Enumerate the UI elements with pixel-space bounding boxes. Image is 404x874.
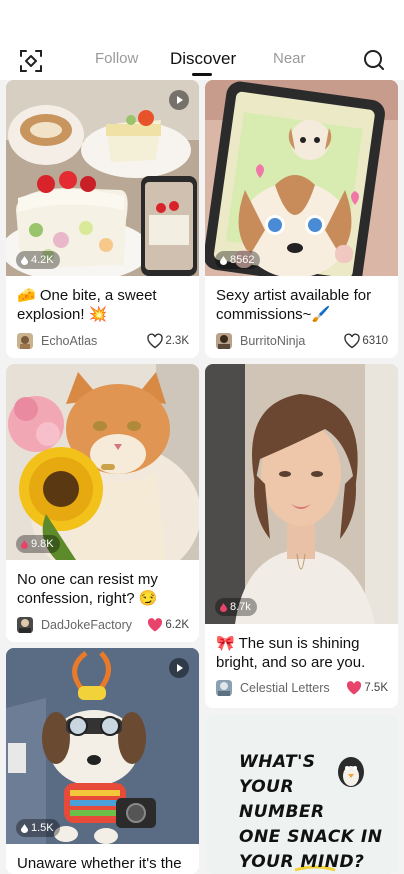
like-count: 6.2K [165,619,189,631]
avatar[interactable] [17,333,33,349]
view-count: 8.7k [230,601,251,613]
title-text: One bite, a sweet explosion! [17,287,157,323]
title-end-emoji: 💥 [88,306,108,323]
like-button[interactable]: 6.2K [146,617,189,633]
post-title[interactable]: Sexy artist available for commissions~🖌️ [216,286,388,324]
view-count-badge: 1.5K [16,819,60,837]
author-name[interactable]: EchoAtlas [41,334,146,348]
flame-icon [21,539,28,549]
flame-icon [220,602,227,612]
view-count: 1.5K [31,822,54,834]
post-image[interactable] [6,648,199,844]
post-image[interactable] [6,80,199,276]
author-name[interactable]: Celestial Letters [240,681,345,695]
flame-icon [21,823,28,833]
poster-line: NUMBER [239,802,325,822]
flame-icon [21,255,28,265]
title-text: The sun is shining bright, and so are yo… [216,635,366,671]
avatar[interactable] [17,617,33,633]
post-card[interactable]: 4.2K 🧀 One bite, a sweet explosion! 💥 Ec… [6,80,199,358]
post-image[interactable] [205,364,398,624]
post-card[interactable]: 8.7k 🎀 The sun is shining bright, and so… [205,364,398,708]
author-name[interactable]: DadJokeFactory [41,618,146,632]
like-count: 2.3K [165,335,189,347]
post-card[interactable]: WHAT'S YOUR NUMBER ONE SNACK IN YOUR MIN… [205,714,398,874]
author-name[interactable]: BurritoNinja [240,334,343,348]
post-card[interactable]: 8562 Sexy artist available for commissio… [205,80,398,358]
like-button[interactable]: 6310 [343,333,388,349]
like-count: 6310 [362,335,388,347]
view-count: 8562 [230,254,255,266]
heart-filled-icon [347,681,362,695]
video-play-icon [169,90,189,110]
post-image[interactable] [205,80,398,276]
poster-line: ONE SNACK IN [239,827,383,847]
view-count: 9.8K [31,538,54,550]
view-count: 4.2K [31,254,54,266]
tab-discover[interactable]: Discover [170,49,236,69]
author-row: BurritoNinja 6310 [216,331,388,351]
title-text: Unaware whether it's the [17,855,182,872]
scan-icon[interactable] [18,48,44,74]
author-row: Celestial Letters 7.5K [216,678,388,698]
like-button[interactable]: 7.5K [345,680,388,696]
view-count-badge: 4.2K [16,251,60,269]
video-play-icon [169,658,189,678]
poster-line: YOUR MIND? [239,852,365,872]
post-title[interactable]: 🎀 The sun is shining bright, and so are … [216,634,388,672]
top-nav: Follow Discover Near [0,40,404,80]
post-image[interactable]: WHAT'S YOUR NUMBER ONE SNACK IN YOUR MIN… [205,714,398,874]
like-button[interactable]: 2.3K [146,333,189,349]
post-card[interactable]: 9.8K No one can resist my confession, ri… [6,364,199,642]
poster-line: YOUR [239,777,295,797]
title-end-emoji: 🖌️ [311,306,331,323]
title-text: No one can resist my confession, right? [17,571,158,607]
post-card[interactable]: 1.5K Unaware whether it's the [6,648,199,874]
title-text: Sexy artist available for commissions~ [216,287,372,323]
title-emoji: 🎀 [216,635,235,652]
search-icon[interactable] [362,48,386,72]
title-end-emoji: 😏 [138,590,158,607]
author-row: DadJokeFactory 6.2K [17,615,189,635]
active-tab-indicator [192,73,212,76]
post-title[interactable]: No one can resist my confession, right? … [17,570,189,608]
flame-icon [220,255,227,265]
author-row: EchoAtlas 2.3K [17,331,189,351]
poster-line: WHAT'S [239,752,316,772]
title-emoji: 🧀 [17,287,36,304]
view-count-badge: 8.7k [215,598,257,616]
heart-filled-icon [148,618,163,632]
view-count-badge: 8562 [215,251,261,269]
view-count-badge: 9.8K [16,535,60,553]
tab-follow[interactable]: Follow [95,50,138,67]
post-title[interactable]: 🧀 One bite, a sweet explosion! 💥 [17,286,189,324]
like-count: 7.5K [364,682,388,694]
avatar[interactable] [216,680,232,696]
heart-outline-icon [147,333,164,349]
post-title[interactable]: Unaware whether it's the [17,854,189,873]
heart-outline-icon [344,333,361,349]
avatar[interactable] [216,333,232,349]
poster-text: WHAT'S YOUR NUMBER ONE SNACK IN YOUR MIN… [239,750,382,874]
tab-near[interactable]: Near [273,50,306,67]
post-image[interactable] [6,364,199,560]
discover-feed[interactable]: 4.2K 🧀 One bite, a sweet explosion! 💥 Ec… [0,80,404,874]
